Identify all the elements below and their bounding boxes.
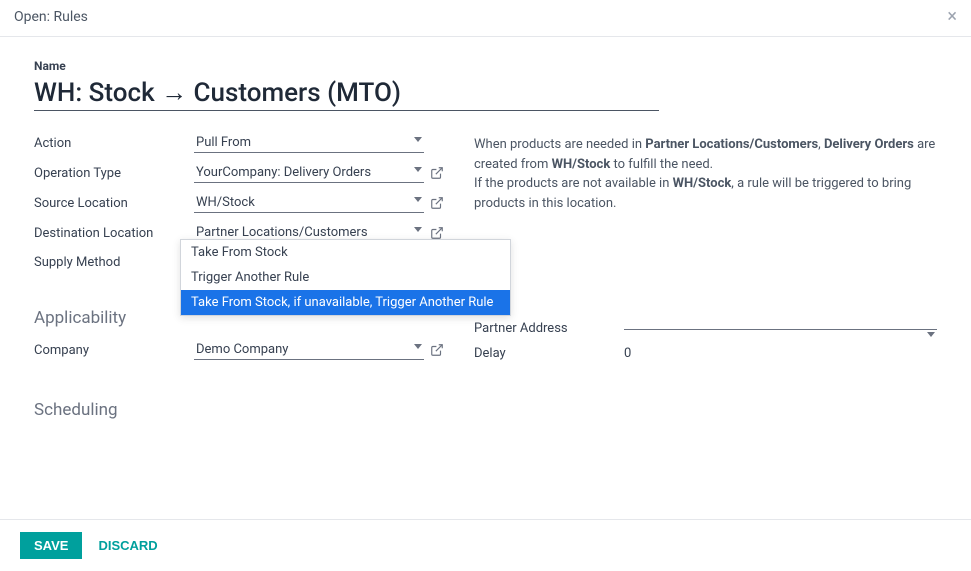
supply-option[interactable]: Trigger Another Rule xyxy=(181,265,510,290)
partner-address-label: Partner Address xyxy=(474,321,624,336)
delay-label: Delay xyxy=(474,346,624,361)
supply-option-selected[interactable]: Take From Stock, if unavailable, Trigger… xyxy=(181,290,510,315)
delay-input[interactable]: 0 xyxy=(624,346,937,361)
external-link-icon[interactable] xyxy=(430,343,444,357)
action-select[interactable]: Pull From xyxy=(194,133,424,153)
save-button[interactable]: SAVE xyxy=(20,532,82,559)
partner-address-select[interactable] xyxy=(624,328,937,330)
action-label: Action xyxy=(34,136,194,151)
discard-button[interactable]: DISCARD xyxy=(98,538,157,553)
chevron-down-icon xyxy=(927,332,935,337)
supply-method-label: Supply Method xyxy=(34,255,194,270)
rule-description: When products are needed in Partner Loca… xyxy=(474,135,937,213)
name-input[interactable]: WH: Stock → Customers (MTO) xyxy=(34,77,659,111)
close-icon[interactable]: × xyxy=(947,8,957,26)
external-link-icon[interactable] xyxy=(430,166,444,180)
external-link-icon[interactable] xyxy=(430,196,444,210)
modal-title: Open: Rules xyxy=(14,9,88,25)
company-label: Company xyxy=(34,343,194,358)
external-link-icon[interactable] xyxy=(430,226,444,240)
supply-method-dropdown[interactable]: Take From Stock Trigger Another Rule Tak… xyxy=(180,239,511,316)
company-select[interactable]: Demo Company xyxy=(194,340,424,360)
supply-option[interactable]: Take From Stock xyxy=(181,240,510,265)
modal-footer: SAVE DISCARD xyxy=(0,519,971,571)
destination-location-label: Destination Location xyxy=(34,226,194,241)
scheduling-heading: Scheduling xyxy=(34,400,444,420)
modal-body: Name WH: Stock → Customers (MTO) Action … xyxy=(0,37,971,507)
operation-type-label: Operation Type xyxy=(34,166,194,181)
operation-type-select[interactable]: YourCompany: Delivery Orders xyxy=(194,163,424,183)
source-location-label: Source Location xyxy=(34,196,194,211)
name-label: Name xyxy=(34,59,937,73)
source-location-select[interactable]: WH/Stock xyxy=(194,193,424,213)
